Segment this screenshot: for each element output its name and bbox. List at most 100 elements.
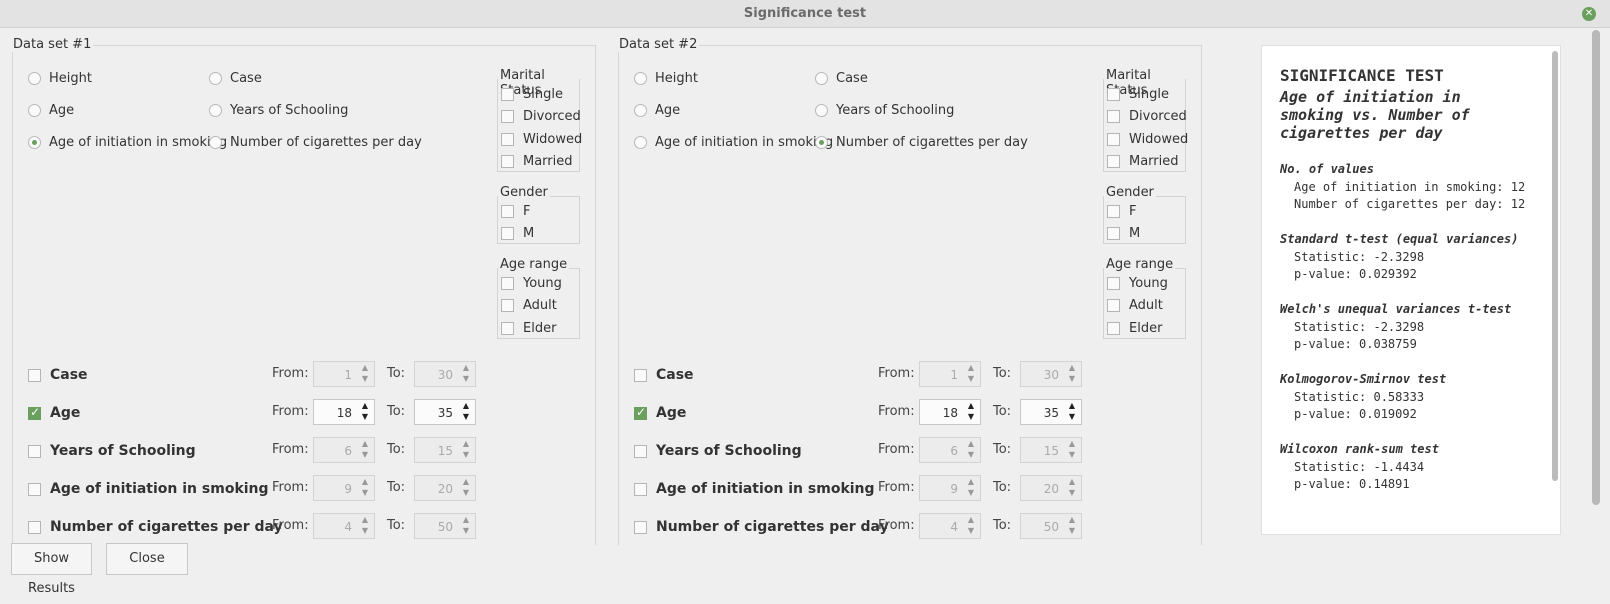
checkbox[interactable] <box>501 110 514 123</box>
spin-up-icon[interactable]: ▲ <box>1066 477 1078 486</box>
radio-dot[interactable] <box>209 136 222 149</box>
checkbox[interactable] <box>501 133 514 146</box>
ds1-radio-number-of-cigarettes-per-day[interactable]: Number of cigarettes per day <box>209 135 422 150</box>
ds1-filter-to-spinbox[interactable]: 35 ▲ ▼ <box>414 399 476 425</box>
spin-down-icon[interactable]: ▼ <box>965 374 977 383</box>
checkbox[interactable] <box>1107 110 1120 123</box>
ds2-marital-option[interactable]: Married <box>1107 154 1179 169</box>
radio-dot[interactable] <box>28 136 41 149</box>
close-button[interactable]: Close <box>106 543 188 575</box>
ds2-filter-to-spinbox[interactable]: 30 ▲ ▼ <box>1020 361 1082 387</box>
filter-checkbox[interactable] <box>634 368 647 382</box>
ds1-filter-3[interactable]: Age of initiation in smoking <box>28 481 269 497</box>
ds1-filter-from-spinbox[interactable]: 1 ▲ ▼ <box>313 361 375 387</box>
ds1-radio-years-of-schooling[interactable]: Years of Schooling <box>209 103 348 118</box>
ds2-filter-to-spinbox[interactable]: 15 ▲ ▼ <box>1020 437 1082 463</box>
ds2-filter-from-spinbox[interactable]: 4 ▲ ▼ <box>919 513 981 539</box>
checkbox[interactable] <box>1107 322 1120 335</box>
checkbox[interactable] <box>1107 133 1120 146</box>
ds2-marital-option[interactable]: Widowed <box>1107 132 1188 147</box>
ds1-filter-to-spinbox[interactable]: 15 ▲ ▼ <box>414 437 476 463</box>
filter-checkbox[interactable] <box>28 444 41 458</box>
ds1-agerange-option[interactable]: Elder <box>501 321 556 336</box>
spin-down-icon[interactable]: ▼ <box>359 488 371 497</box>
spin-up-icon[interactable]: ▲ <box>965 363 977 372</box>
window-scrollbar[interactable] <box>1592 30 1600 505</box>
ds2-filter-0[interactable]: Case <box>634 367 694 383</box>
checkbox[interactable] <box>1107 277 1120 290</box>
filter-checkbox[interactable] <box>634 444 647 458</box>
ds1-marital-option[interactable]: Single <box>501 87 563 102</box>
ds1-radio-age-of-initiation-in-smoking[interactable]: Age of initiation in smoking <box>28 135 227 150</box>
checkbox[interactable] <box>501 299 514 312</box>
checkbox[interactable] <box>501 155 514 168</box>
ds2-radio-age-of-initiation-in-smoking[interactable]: Age of initiation in smoking <box>634 135 833 150</box>
ds1-marital-option[interactable]: Divorced <box>501 109 581 124</box>
spin-up-icon[interactable]: ▲ <box>965 515 977 524</box>
spin-up-icon[interactable]: ▲ <box>1066 363 1078 372</box>
spin-down-icon[interactable]: ▼ <box>965 412 977 421</box>
radio-dot[interactable] <box>209 72 222 85</box>
spin-down-icon[interactable]: ▼ <box>460 488 472 497</box>
spin-down-icon[interactable]: ▼ <box>359 450 371 459</box>
radio-dot[interactable] <box>209 104 222 117</box>
ds1-filter-from-spinbox[interactable]: 18 ▲ ▼ <box>313 399 375 425</box>
ds2-filter-to-spinbox[interactable]: 35 ▲ ▼ <box>1020 399 1082 425</box>
spin-up-icon[interactable]: ▲ <box>1066 401 1078 410</box>
ds2-filter-1[interactable]: Age <box>634 405 686 421</box>
spin-up-icon[interactable]: ▲ <box>359 401 371 410</box>
ds1-agerange-option[interactable]: Young <box>501 276 562 291</box>
results-scrollbar[interactable] <box>1552 51 1558 481</box>
checkbox[interactable] <box>1107 227 1120 240</box>
ds2-agerange-option[interactable]: Adult <box>1107 298 1163 313</box>
ds2-agerange-option[interactable]: Young <box>1107 276 1168 291</box>
ds2-gender-option[interactable]: M <box>1107 226 1140 241</box>
ds2-filter-to-spinbox[interactable]: 20 ▲ ▼ <box>1020 475 1082 501</box>
checkbox[interactable] <box>501 88 514 101</box>
ds1-filter-from-spinbox[interactable]: 6 ▲ ▼ <box>313 437 375 463</box>
ds1-gender-option[interactable]: M <box>501 226 534 241</box>
spin-up-icon[interactable]: ▲ <box>359 477 371 486</box>
ds2-filter-from-spinbox[interactable]: 1 ▲ ▼ <box>919 361 981 387</box>
close-icon[interactable]: ✕ <box>1582 7 1596 21</box>
ds1-filter-from-spinbox[interactable]: 9 ▲ ▼ <box>313 475 375 501</box>
ds2-filter-from-spinbox[interactable]: 18 ▲ ▼ <box>919 399 981 425</box>
filter-checkbox[interactable] <box>634 405 647 420</box>
ds2-filter-4[interactable]: Number of cigarettes per day <box>634 519 889 535</box>
spin-down-icon[interactable]: ▼ <box>460 374 472 383</box>
ds2-marital-option[interactable]: Divorced <box>1107 109 1187 124</box>
radio-dot[interactable] <box>634 104 647 117</box>
ds1-filter-2[interactable]: Years of Schooling <box>28 443 196 459</box>
ds1-agerange-option[interactable]: Adult <box>501 298 557 313</box>
ds2-filter-from-spinbox[interactable]: 6 ▲ ▼ <box>919 437 981 463</box>
radio-dot[interactable] <box>815 136 828 149</box>
spin-down-icon[interactable]: ▼ <box>359 412 371 421</box>
checkbox[interactable] <box>501 277 514 290</box>
spin-up-icon[interactable]: ▲ <box>965 401 977 410</box>
ds1-filter-to-spinbox[interactable]: 50 ▲ ▼ <box>414 513 476 539</box>
ds2-radio-years-of-schooling[interactable]: Years of Schooling <box>815 103 954 118</box>
ds1-radio-age[interactable]: Age <box>28 103 74 118</box>
radio-dot[interactable] <box>815 72 828 85</box>
radio-dot[interactable] <box>634 136 647 149</box>
radio-dot[interactable] <box>634 72 647 85</box>
spin-down-icon[interactable]: ▼ <box>359 374 371 383</box>
ds1-gender-option[interactable]: F <box>501 204 530 219</box>
spin-up-icon[interactable]: ▲ <box>460 401 472 410</box>
filter-checkbox[interactable] <box>634 482 647 496</box>
filter-checkbox[interactable] <box>28 482 41 496</box>
filter-checkbox[interactable] <box>28 520 41 534</box>
filter-checkbox[interactable] <box>634 520 647 534</box>
ds1-radio-height[interactable]: Height <box>28 71 92 86</box>
ds2-radio-age[interactable]: Age <box>634 103 680 118</box>
radio-dot[interactable] <box>28 104 41 117</box>
spin-down-icon[interactable]: ▼ <box>460 526 472 535</box>
spin-down-icon[interactable]: ▼ <box>965 488 977 497</box>
checkbox[interactable] <box>501 322 514 335</box>
ds2-gender-option[interactable]: F <box>1107 204 1136 219</box>
ds2-filter-from-spinbox[interactable]: 9 ▲ ▼ <box>919 475 981 501</box>
ds2-filter-3[interactable]: Age of initiation in smoking <box>634 481 875 497</box>
spin-down-icon[interactable]: ▼ <box>1066 450 1078 459</box>
spin-down-icon[interactable]: ▼ <box>359 526 371 535</box>
spin-up-icon[interactable]: ▲ <box>1066 439 1078 448</box>
